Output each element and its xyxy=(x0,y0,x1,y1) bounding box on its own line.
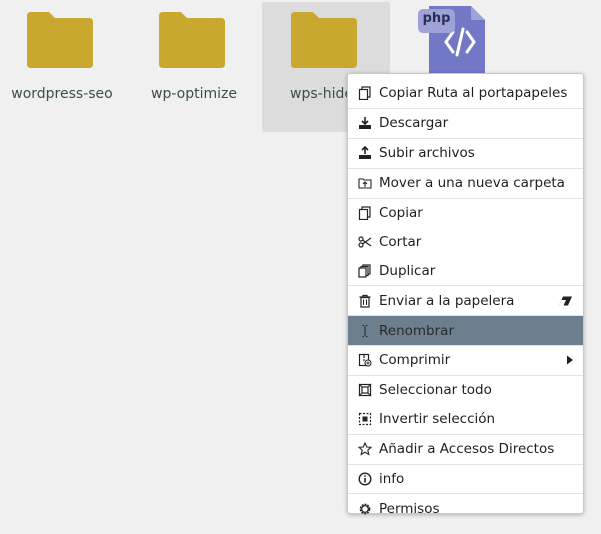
menu-item-label: Subir archivos xyxy=(379,145,475,162)
folder-icon xyxy=(27,12,93,68)
menu-item-copy[interactable]: Copiar xyxy=(348,197,583,228)
scissors-icon xyxy=(357,234,373,250)
folder-icon xyxy=(159,12,225,68)
menu-item-label: Permisos xyxy=(379,500,440,517)
duplicate-icon xyxy=(357,263,373,279)
menu-item-permissions[interactable]: Permisos xyxy=(348,493,583,523)
eraser-icon xyxy=(558,295,573,306)
menu-item-add-shortcut[interactable]: Añadir a Accesos Directos xyxy=(348,433,583,464)
move-folder-icon xyxy=(357,175,373,191)
menu-item-trash[interactable]: Enviar a la papelera xyxy=(348,285,583,315)
menu-item-label: Renombrar xyxy=(379,322,454,339)
submenu-arrow-icon xyxy=(567,355,573,365)
menu-item-download[interactable]: Descargar xyxy=(348,107,583,138)
menu-item-label: Enviar a la papelera xyxy=(379,292,515,309)
context-menu: Copiar Ruta al portapapeles Descargar Su… xyxy=(347,73,584,517)
info-icon xyxy=(357,471,373,487)
menu-item-rename[interactable]: Renombrar xyxy=(348,315,583,346)
folder-icon xyxy=(291,12,357,68)
menu-item-label: info xyxy=(379,471,405,488)
menu-item-label: Comprimir xyxy=(379,352,451,369)
file-item-wordpress-seo[interactable]: wordpress-seo xyxy=(0,2,126,132)
file-name: wp-optimize xyxy=(151,86,237,102)
menu-item-duplicate[interactable]: Duplicar xyxy=(348,256,583,285)
file-item-wp-optimize[interactable]: wp-optimize xyxy=(130,2,258,132)
invert-selection-icon xyxy=(357,411,373,427)
file-name: wordpress-seo xyxy=(11,86,113,102)
menu-item-label: Cortar xyxy=(379,233,422,250)
trash-icon xyxy=(357,293,373,309)
menu-item-label: Copiar xyxy=(379,205,423,221)
menu-item-label: Duplicar xyxy=(379,262,436,279)
select-all-icon xyxy=(357,382,373,398)
menu-item-info[interactable]: info xyxy=(348,463,583,494)
copy-icon xyxy=(357,205,373,221)
menu-item-label: Copiar Ruta al portapapeles xyxy=(379,85,568,102)
gear-icon xyxy=(357,501,373,517)
menu-item-upload[interactable]: Subir archivos xyxy=(348,137,583,168)
menu-item-invert-selection[interactable]: Invertir selección xyxy=(348,405,583,434)
copy-icon xyxy=(357,85,373,101)
menu-item-label: Seleccionar todo xyxy=(379,382,492,399)
menu-item-move-to-new-folder[interactable]: Mover a una nueva carpeta xyxy=(348,167,583,198)
menu-item-compress[interactable]: Comprimir xyxy=(348,345,583,375)
menu-item-label: Añadir a Accesos Directos xyxy=(379,441,555,458)
text-cursor-icon xyxy=(357,323,373,339)
php-badge: php xyxy=(422,11,451,26)
download-icon xyxy=(357,115,373,131)
menu-item-label: Descargar xyxy=(379,115,449,132)
upload-icon xyxy=(357,145,373,161)
menu-item-label: Mover a una nueva carpeta xyxy=(379,175,565,192)
archive-icon xyxy=(357,352,373,368)
menu-item-cut[interactable]: Cortar xyxy=(348,227,583,256)
menu-item-copy-path[interactable]: Copiar Ruta al portapapeles xyxy=(348,79,583,108)
star-icon xyxy=(357,441,373,457)
file-item-php[interactable]: php xyxy=(415,2,490,74)
menu-item-label: Invertir selección xyxy=(379,411,496,428)
menu-item-select-all[interactable]: Seleccionar todo xyxy=(348,374,583,405)
